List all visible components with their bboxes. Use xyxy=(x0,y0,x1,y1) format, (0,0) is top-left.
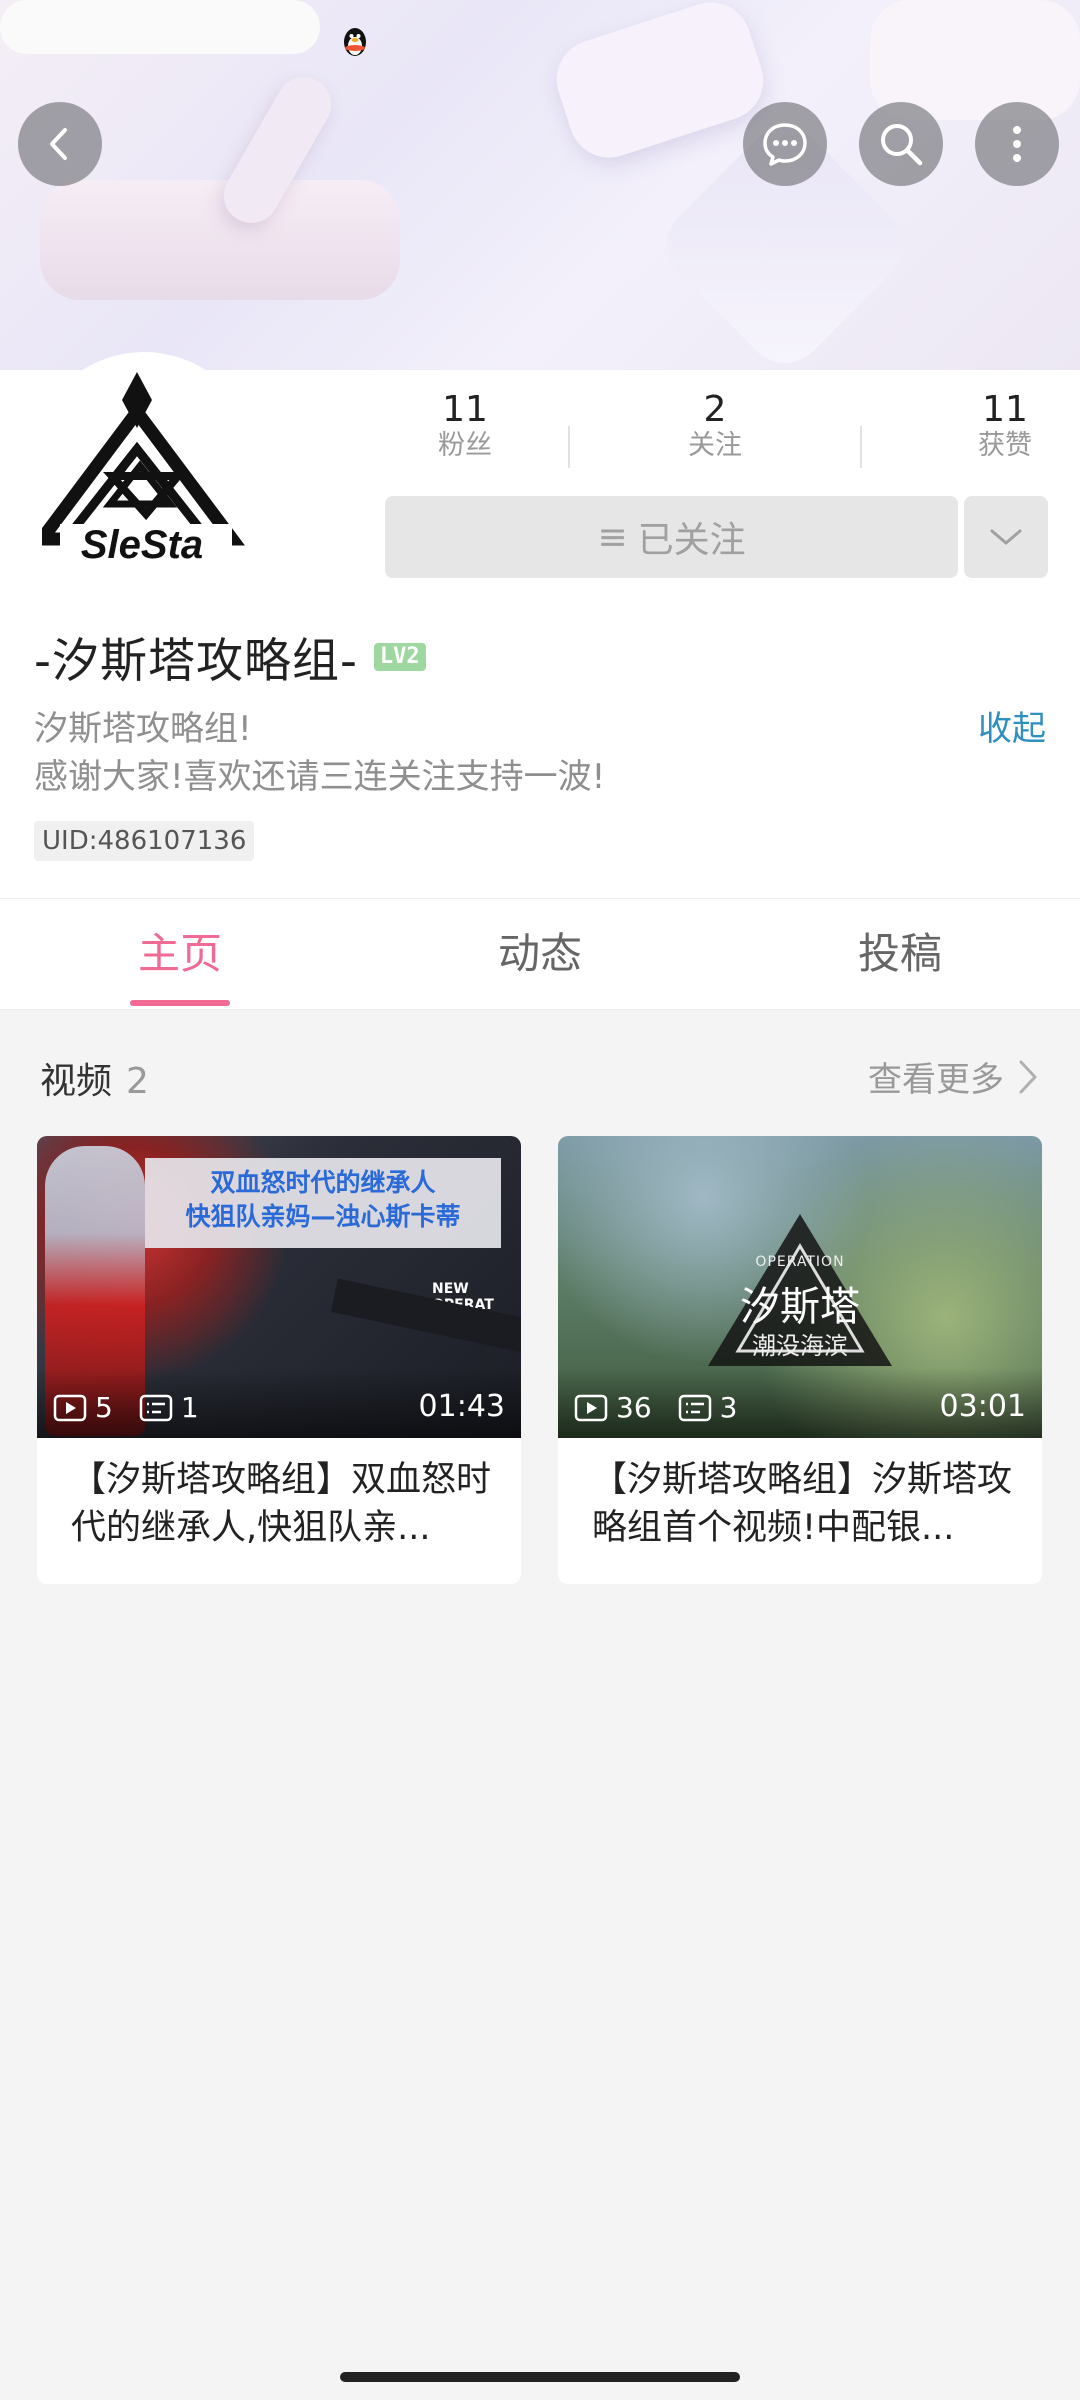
video-meta: 5 1 xyxy=(53,1391,225,1424)
video-thumbnail[interactable]: 双血怒时代的继承人 快狙队亲妈—浊心斯卡蒂 NEW OPERAT 5 1 xyxy=(37,1136,521,1438)
profile-section: SleSta 11 粉丝 2 关注 11 获赞 ≡ 已关注 -汐斯塔攻略组- L… xyxy=(0,352,1080,898)
menu-lines-icon: ≡ xyxy=(597,516,628,558)
play-icon xyxy=(53,1394,87,1421)
profile-tabs: 主页 动态 投稿 xyxy=(0,898,1080,1010)
stat-fans[interactable]: 11 粉丝 xyxy=(385,390,545,462)
chevron-left-icon xyxy=(50,128,67,160)
search-button[interactable] xyxy=(859,102,943,186)
avatar[interactable]: SleSta xyxy=(30,352,258,580)
bio: 汐斯塔攻略组! 感谢大家!喜欢还请三连关注支持一波! xyxy=(34,705,605,801)
danmaku-count: 3 xyxy=(678,1391,738,1424)
chevron-right-icon xyxy=(1019,1060,1037,1093)
danmaku-count: 1 xyxy=(139,1391,199,1424)
avatar-logo: SleSta xyxy=(42,372,245,567)
followed-button[interactable]: ≡ 已关注 xyxy=(385,496,958,578)
thumbnail-operation: OPERATION xyxy=(755,1254,845,1270)
tab-posts[interactable]: 投稿 xyxy=(720,899,1080,1009)
tab-home[interactable]: 主页 xyxy=(0,899,360,1009)
stat-following-value: 2 xyxy=(703,389,727,430)
profile-banner xyxy=(0,0,1080,370)
bio-line: 感谢大家!喜欢还请三连关注支持一波! xyxy=(34,757,606,797)
stat-divider xyxy=(568,426,570,468)
username: -汐斯塔攻略组- xyxy=(34,634,358,689)
play-icon xyxy=(574,1394,608,1421)
uid-badge[interactable]: UID:486107136 xyxy=(34,821,255,861)
see-more-label: 查看更多 xyxy=(868,1060,1004,1100)
search-icon xyxy=(881,124,923,166)
username-row: -汐斯塔攻略组- LV2 xyxy=(34,622,426,691)
video-title[interactable]: 【汐斯塔攻略组】双血怒时代的继承人,快狙队亲... xyxy=(37,1438,521,1552)
collapse-link[interactable]: 收起 xyxy=(978,705,1046,753)
videos-count: 2 xyxy=(126,1061,149,1102)
stat-fans-label: 粉丝 xyxy=(438,430,492,461)
video-duration: 03:01 xyxy=(939,1389,1026,1424)
play-count-value: 5 xyxy=(95,1391,113,1424)
danmaku-count-value: 1 xyxy=(180,1391,199,1424)
bio-line: 汐斯塔攻略组! xyxy=(34,709,252,749)
banner-decoration xyxy=(40,180,400,300)
stat-likes[interactable]: 11 获赞 xyxy=(925,390,1080,462)
play-count: 5 xyxy=(53,1391,113,1424)
message-icon xyxy=(763,123,807,166)
play-count-value: 36 xyxy=(616,1391,652,1424)
stat-likes-value: 11 xyxy=(982,389,1028,430)
home-indicator[interactable] xyxy=(340,2372,740,2382)
stat-likes-label: 获赞 xyxy=(978,430,1032,461)
video-card[interactable]: OPERATION 汐斯塔 潮没海滨 36 3 03:01 【汐斯塔攻略组】汐斯… xyxy=(558,1136,1042,1584)
back-button[interactable] xyxy=(18,102,102,186)
danmaku-icon xyxy=(139,1394,173,1421)
play-count: 36 xyxy=(574,1391,652,1424)
stat-fans-value: 11 xyxy=(442,389,488,430)
video-duration: 01:43 xyxy=(418,1389,505,1424)
videos-title: 视频 xyxy=(40,1061,113,1102)
see-more-link[interactable]: 查看更多 xyxy=(868,1052,1040,1101)
tab-dynamics[interactable]: 动态 xyxy=(360,899,720,1009)
thumbnail-caption: 双血怒时代的继承人 快狙队亲妈—浊心斯卡蒂 xyxy=(145,1158,501,1248)
thumbnail-caption-line: 双血怒时代的继承人 xyxy=(210,1168,436,1197)
video-card[interactable]: 双血怒时代的继承人 快狙队亲妈—浊心斯卡蒂 NEW OPERAT 5 1 xyxy=(37,1136,521,1584)
thumbnail-title: 汐斯塔 xyxy=(740,1284,860,1330)
banner-decoration xyxy=(546,0,774,168)
video-title[interactable]: 【汐斯塔攻略组】汐斯塔攻略组首个视频!中配银... xyxy=(558,1438,1042,1552)
follow-dropdown-button[interactable] xyxy=(964,496,1048,578)
video-thumbnail[interactable]: OPERATION 汐斯塔 潮没海滨 36 3 03:01 xyxy=(558,1136,1042,1438)
stat-divider xyxy=(860,426,862,468)
more-options-button[interactable] xyxy=(975,102,1059,186)
danmaku-count-value: 3 xyxy=(719,1391,738,1424)
videos-section-header: 视频 2 xyxy=(40,1052,149,1104)
stats-row: 11 粉丝 2 关注 11 获赞 xyxy=(385,390,1045,468)
danmaku-icon xyxy=(678,1394,711,1421)
level-badge: LV2 xyxy=(373,642,426,671)
active-tab-indicator xyxy=(130,1000,230,1006)
stat-following-label: 关注 xyxy=(688,430,742,461)
thumbnail-caption-line: 快狙队亲妈—浊心斯卡蒂 xyxy=(185,1202,461,1231)
qq-penguin-icon xyxy=(344,28,366,56)
status-bar-area xyxy=(0,0,320,54)
chevron-down-icon xyxy=(990,529,1022,545)
video-meta: 36 3 xyxy=(574,1391,763,1424)
followed-label: 已关注 xyxy=(637,520,746,561)
thumbnail-subtitle: 潮没海滨 xyxy=(752,1332,848,1360)
more-vertical-icon xyxy=(1013,126,1021,162)
avatar-logo-text: SleSta xyxy=(81,523,203,567)
message-button[interactable] xyxy=(743,102,827,186)
stat-following[interactable]: 2 关注 xyxy=(635,390,795,462)
